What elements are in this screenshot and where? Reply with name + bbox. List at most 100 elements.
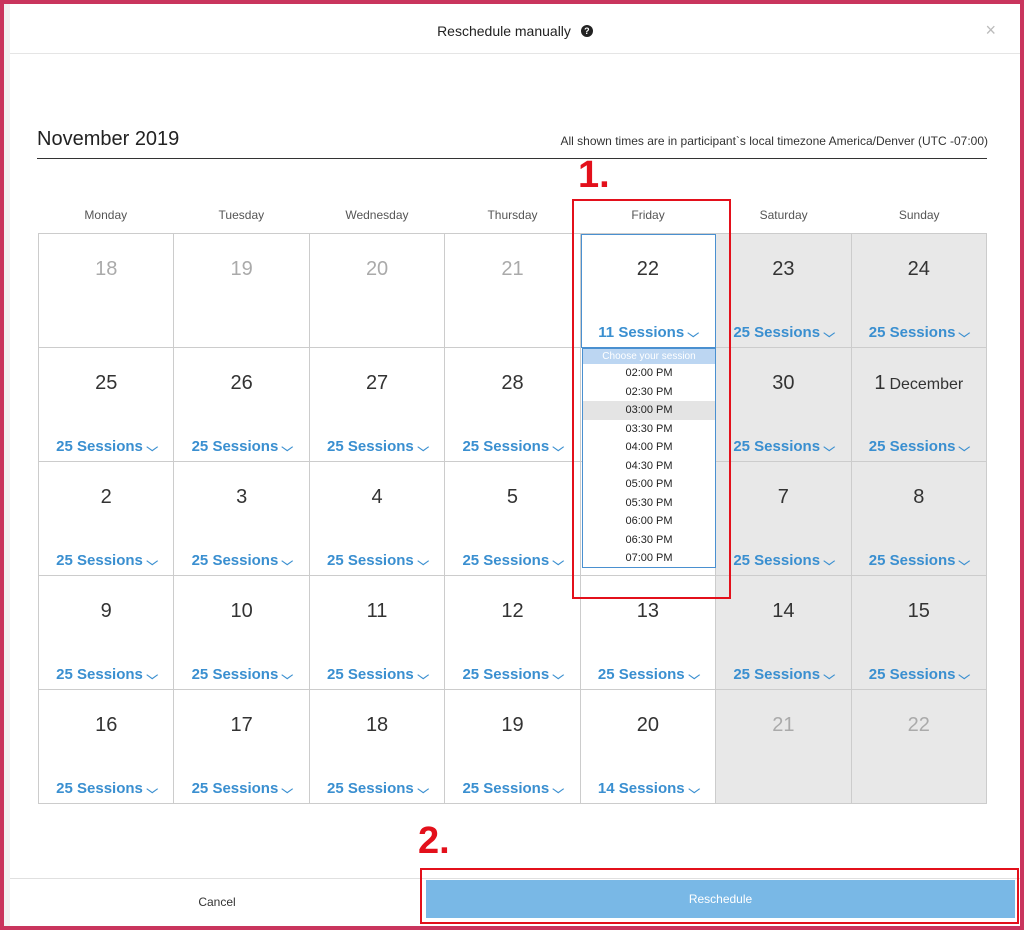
help-icon[interactable]: ? bbox=[580, 24, 593, 37]
day-number: 15 bbox=[852, 600, 986, 623]
sessions-dropdown-toggle[interactable]: 14 Sessions ⌵ bbox=[581, 780, 715, 797]
sessions-dropdown-toggle[interactable]: 25 Sessions⌵ bbox=[716, 666, 850, 683]
day-number-text: 4 bbox=[371, 486, 383, 508]
day-number: 20 bbox=[310, 258, 444, 281]
calendar-day-cell[interactable]: 4 25 Sessions ⌵ bbox=[309, 462, 446, 576]
sessions-dropdown-toggle[interactable]: 25 Sessions⌵ bbox=[852, 438, 986, 455]
day-number: 5 bbox=[445, 486, 579, 509]
day-number-text: 20 bbox=[365, 258, 389, 280]
day-number-text: 24 bbox=[907, 258, 930, 280]
day-number: 26 bbox=[174, 372, 308, 395]
sessions-label: 25 Sessions bbox=[868, 438, 956, 455]
sessions-dropdown-toggle[interactable]: 25 Sessions⌵ bbox=[716, 552, 850, 569]
sessions-dropdown-toggle[interactable]: 25 Sessions⌵ bbox=[174, 438, 308, 455]
calendar-day-cell[interactable]: 30 25 Sessions ⌵ bbox=[716, 348, 852, 462]
cancel-button[interactable]: Cancel bbox=[10, 879, 424, 925]
day-number-text: 3 bbox=[236, 486, 248, 508]
annotation-step-1: 1. bbox=[578, 154, 610, 196]
day-number-text: 19 bbox=[501, 714, 524, 736]
calendar-day-cell[interactable]: 11 25 Sessions ⌵ bbox=[309, 576, 446, 690]
sessions-dropdown-toggle[interactable]: 25 Sessions⌵ bbox=[445, 666, 579, 683]
day-number-text: 23 bbox=[772, 258, 795, 280]
chevron-down-icon: ⌵ bbox=[687, 670, 700, 682]
sessions-dropdown-toggle[interactable]: 25 Sessions⌵ bbox=[852, 552, 986, 569]
chevron-down-icon: ⌵ bbox=[417, 670, 429, 682]
sessions-dropdown-toggle[interactable]: 25 Sessions⌵ bbox=[445, 780, 579, 797]
sessions-dropdown-toggle[interactable]: 25 Sessions⌵ bbox=[581, 666, 715, 683]
day-number-text: 17 bbox=[230, 714, 253, 736]
calendar-day-cell[interactable]: 24 25 Sessions ⌵ bbox=[851, 234, 987, 348]
day-number-text: 13 bbox=[636, 600, 660, 622]
calendar-day-cell[interactable]: 16 25 Sessions ⌵ bbox=[39, 690, 175, 804]
sessions-label: 25 Sessions bbox=[597, 666, 685, 683]
close-icon[interactable]: × bbox=[985, 20, 996, 41]
sessions-dropdown-toggle[interactable]: 25 Sessions⌵ bbox=[310, 552, 444, 569]
chevron-down-icon: ⌵ bbox=[823, 670, 836, 682]
calendar-day-cell[interactable]: 1 December 25 Sessions ⌵ bbox=[851, 348, 987, 462]
day-number-text: 20 bbox=[636, 714, 660, 736]
sessions-label: 14 Sessions bbox=[597, 780, 685, 797]
sessions-label: 25 Sessions bbox=[56, 552, 143, 569]
calendar-day-cell[interactable]: 9 25 Sessions ⌵ bbox=[39, 576, 175, 690]
calendar-day-cell[interactable]: 8 25 Sessions ⌵ bbox=[851, 462, 987, 576]
calendar-day-cell[interactable]: 10 25 Sessions ⌵ bbox=[174, 576, 310, 690]
sessions-dropdown-toggle[interactable]: 25 Sessions⌵ bbox=[310, 780, 444, 797]
day-number: 20 bbox=[581, 714, 715, 737]
calendar-day-cell[interactable]: 2 25 Sessions ⌵ bbox=[39, 462, 175, 576]
chevron-down-icon: ⌵ bbox=[823, 556, 836, 568]
calendar-day-cell[interactable]: 15 25 Sessions ⌵ bbox=[851, 576, 987, 690]
sessions-dropdown-toggle[interactable]: 25 Sessions⌵ bbox=[310, 666, 444, 683]
day-number: 30 bbox=[716, 372, 850, 395]
day-number-text: 28 bbox=[501, 372, 524, 394]
sessions-dropdown-toggle[interactable]: 25 Sessions⌵ bbox=[39, 780, 173, 797]
sessions-dropdown-toggle[interactable]: 25 Sessions⌵ bbox=[716, 324, 850, 341]
calendar-day-cell[interactable]: 12 25 Sessions ⌵ bbox=[445, 576, 581, 690]
calendar-day-cell[interactable]: 18 25 Sessions ⌵ bbox=[309, 690, 446, 804]
sessions-dropdown-toggle[interactable]: 25 Sessions⌵ bbox=[174, 666, 308, 683]
modal-title: Reschedule manually bbox=[437, 22, 571, 39]
calendar-day-cell[interactable]: 25 25 Sessions ⌵ bbox=[39, 348, 175, 462]
sessions-dropdown-toggle[interactable]: 25 Sessions⌵ bbox=[716, 438, 850, 455]
day-number: 9 bbox=[39, 600, 173, 623]
sessions-dropdown-toggle[interactable]: 25 Sessions⌵ bbox=[174, 552, 308, 569]
sessions-dropdown-toggle[interactable]: 25 Sessions⌵ bbox=[445, 438, 579, 455]
calendar-day-cell[interactable]: 27 25 Sessions ⌵ bbox=[309, 348, 446, 462]
day-number-text: 7 bbox=[777, 486, 789, 508]
day-number-text: 8 bbox=[913, 486, 925, 508]
calendar-day-cell[interactable]: 17 25 Sessions ⌵ bbox=[174, 690, 310, 804]
chevron-down-icon: ⌵ bbox=[958, 328, 971, 340]
calendar-day-cell[interactable]: 26 25 Sessions ⌵ bbox=[174, 348, 310, 462]
calendar-day-cell: 20 bbox=[309, 234, 446, 348]
day-number-text: 21 bbox=[501, 258, 524, 280]
calendar-day-cell[interactable]: 19 25 Sessions ⌵ bbox=[445, 690, 581, 804]
sessions-label: 25 Sessions bbox=[733, 552, 821, 569]
calendar-day-cell[interactable]: 5 25 Sessions ⌵ bbox=[445, 462, 581, 576]
sessions-dropdown-toggle[interactable]: 25 Sessions⌵ bbox=[445, 552, 579, 569]
sessions-label: 25 Sessions bbox=[327, 552, 414, 569]
sessions-dropdown-toggle[interactable]: 25 Sessions⌵ bbox=[852, 324, 986, 341]
calendar-day-cell[interactable]: 20 14 Sessions ⌵ bbox=[580, 690, 717, 804]
calendar-day-cell[interactable]: 14 25 Sessions ⌵ bbox=[716, 576, 852, 690]
calendar-day-cell[interactable]: 28 25 Sessions ⌵ bbox=[445, 348, 581, 462]
calendar-day-cell[interactable]: 3 25 Sessions ⌵ bbox=[174, 462, 310, 576]
sessions-dropdown-toggle[interactable]: 25 Sessions⌵ bbox=[39, 438, 173, 455]
sessions-label: 25 Sessions bbox=[327, 438, 414, 455]
calendar-day-cell[interactable]: 23 25 Sessions ⌵ bbox=[716, 234, 852, 348]
sessions-dropdown-toggle[interactable]: 25 Sessions⌵ bbox=[310, 438, 444, 455]
weekday-tuesday: Tuesday bbox=[218, 208, 265, 222]
sessions-label: 25 Sessions bbox=[191, 438, 279, 455]
day-number-text: 12 bbox=[501, 600, 524, 622]
timezone-note: All shown times are in participant`s loc… bbox=[560, 134, 989, 148]
day-number: 28 bbox=[445, 372, 579, 395]
sessions-dropdown-toggle[interactable]: 25 Sessions⌵ bbox=[174, 780, 308, 797]
sessions-dropdown-toggle[interactable]: 25 Sessions⌵ bbox=[39, 552, 173, 569]
calendar-day-cell: 22 bbox=[851, 690, 987, 804]
calendar-day-cell[interactable]: 7 25 Sessions ⌵ bbox=[716, 462, 852, 576]
day-number-text: 5 bbox=[506, 486, 519, 508]
chevron-down-icon: ⌵ bbox=[146, 442, 158, 454]
chevron-down-icon: ⌵ bbox=[823, 328, 836, 340]
sessions-dropdown-toggle[interactable]: 25 Sessions⌵ bbox=[852, 666, 986, 683]
sessions-label: 25 Sessions bbox=[191, 552, 279, 569]
sessions-dropdown-toggle[interactable]: 25 Sessions⌵ bbox=[39, 666, 173, 683]
chevron-down-icon: ⌵ bbox=[281, 670, 294, 682]
